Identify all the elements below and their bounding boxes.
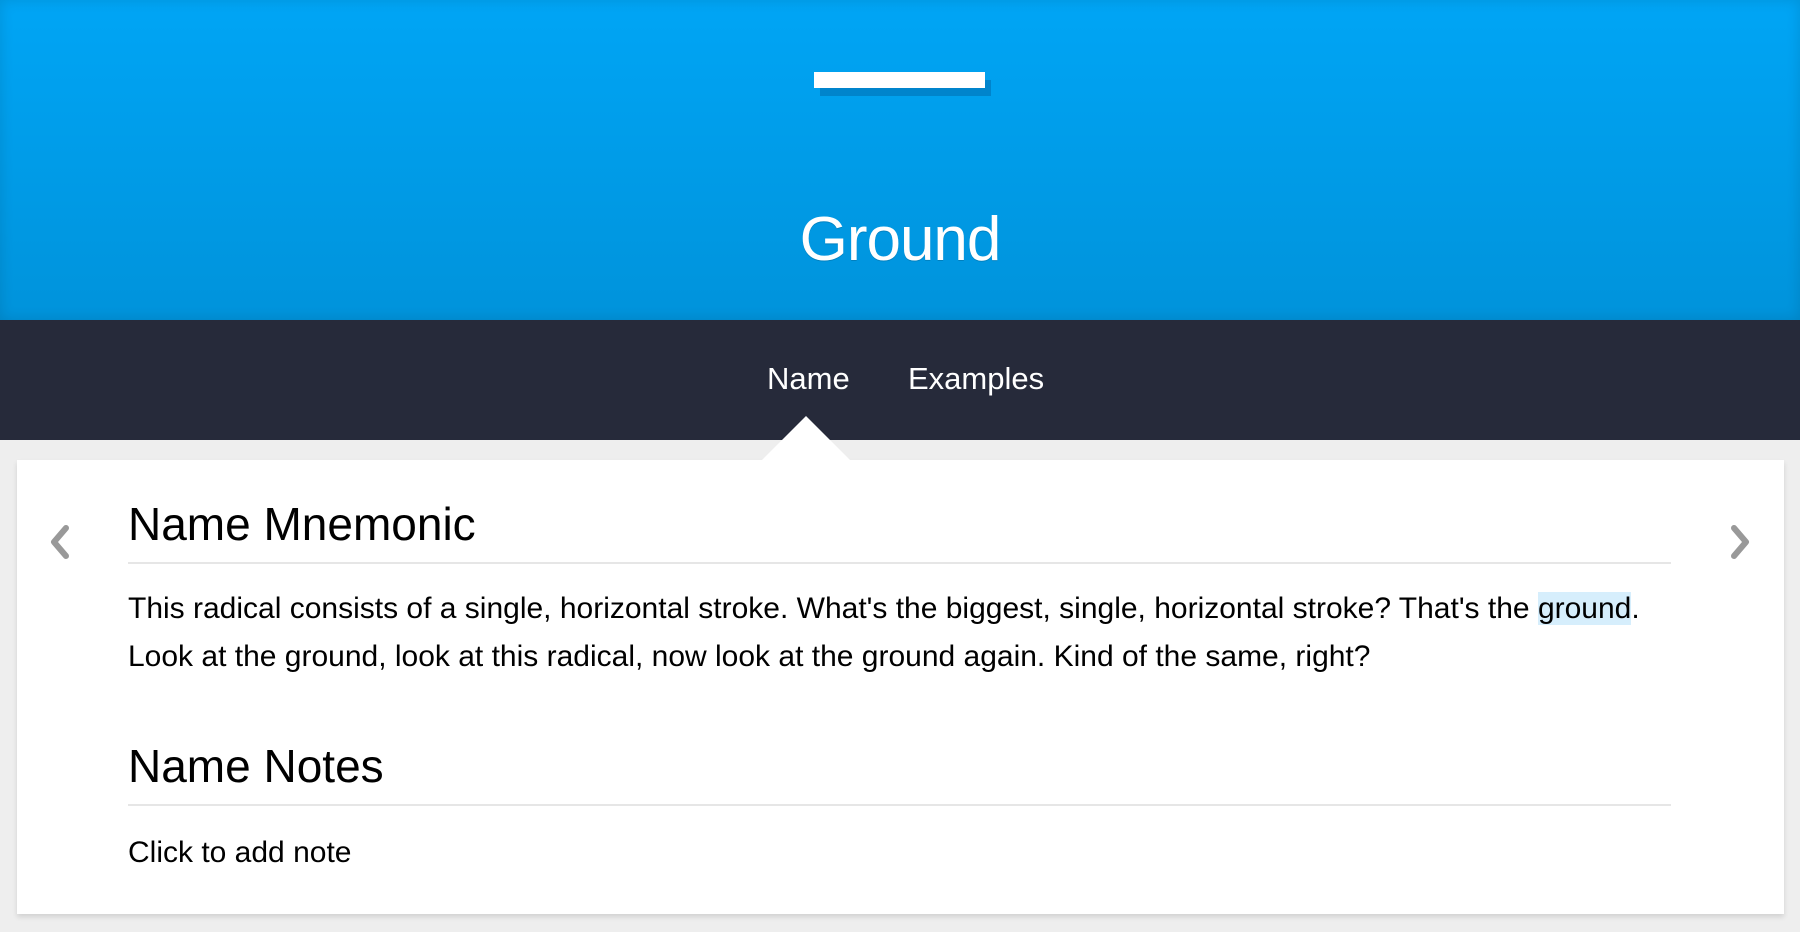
radical-character-glyph [814,72,985,88]
tab-name[interactable]: Name [767,354,850,404]
radical-header: Ground [0,0,1800,320]
chevron-left-icon[interactable] [44,522,74,562]
active-tab-pointer [762,416,850,460]
section-tabbar: Name Examples [0,320,1800,440]
add-note-button[interactable]: Click to add note [128,828,351,878]
name-mnemonic-text: This radical consists of a single, horiz… [128,585,1678,681]
mnemonic-text-before: This radical consists of a single, horiz… [128,592,1538,625]
name-notes-heading: Name Notes [128,736,1671,806]
radical-title: Ground [799,205,1002,274]
tab-examples[interactable]: Examples [908,354,1044,404]
name-mnemonic-heading: Name Mnemonic [128,494,1671,564]
mnemonic-highlight: ground [1537,592,1632,625]
chevron-right-icon[interactable] [1726,522,1756,562]
